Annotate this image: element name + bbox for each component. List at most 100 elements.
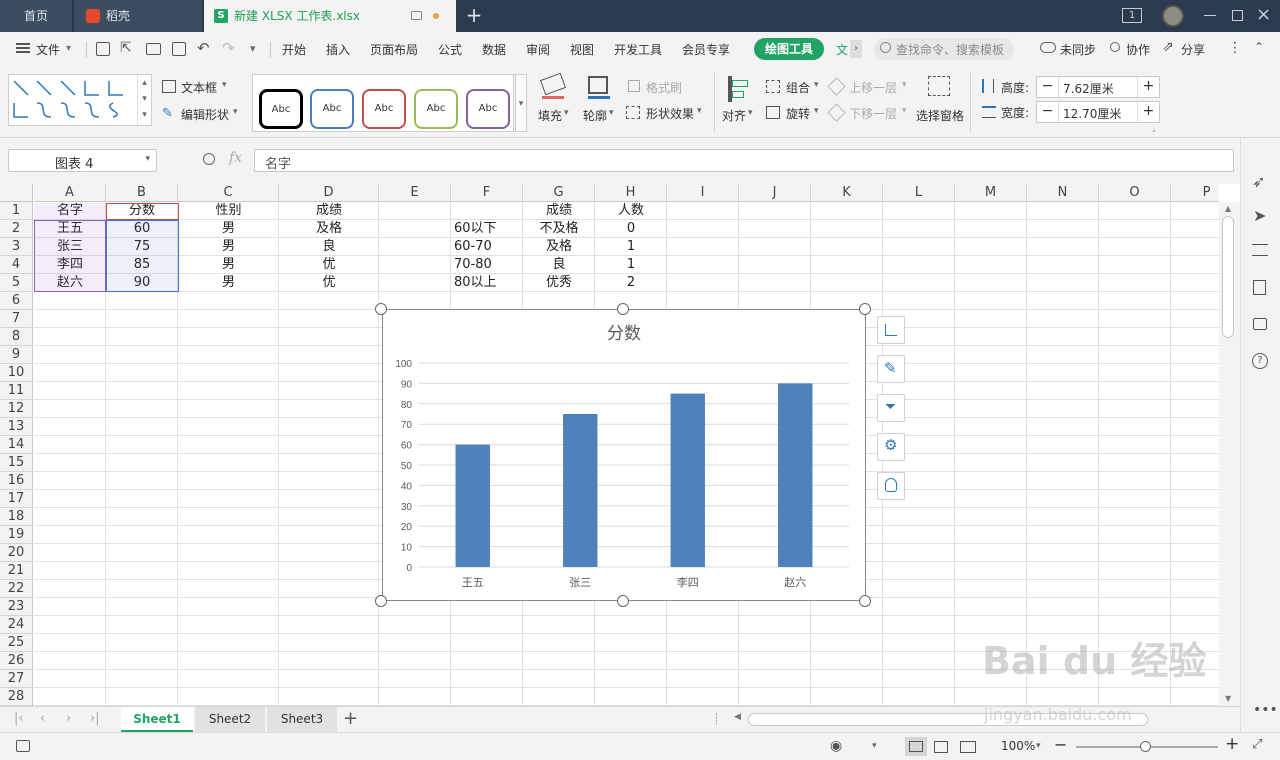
tab-daoke[interactable]: 稻壳 xyxy=(74,0,202,32)
sheet-tab-2[interactable]: Sheet2 xyxy=(195,707,265,732)
hamburger-icon[interactable] xyxy=(16,43,30,53)
chevron-down-icon[interactable]: ▾ xyxy=(697,106,702,116)
select-pointer-icon[interactable]: ➤ xyxy=(1253,206,1266,225)
shape-effect-button[interactable]: 形状效果 xyxy=(646,105,694,122)
menu-review[interactable]: 审阅 xyxy=(526,41,550,58)
chevron-down-icon[interactable]: ▾ xyxy=(872,741,877,751)
tab-home[interactable]: 首页 xyxy=(0,0,72,32)
resize-handle-b[interactable] xyxy=(617,595,629,607)
shape-style-blue[interactable]: Abc xyxy=(310,89,354,129)
cell-g4[interactable]: 良 xyxy=(523,256,595,274)
eye-protection-icon[interactable]: ◉ xyxy=(830,738,842,754)
shape-style-green[interactable]: Abc xyxy=(414,89,458,129)
close-icon[interactable]: × xyxy=(1256,4,1271,25)
cell-c5[interactable]: 男 xyxy=(178,274,279,292)
chevron-down-icon[interactable]: ▾ xyxy=(222,80,227,90)
window-count-icon[interactable]: 1 xyxy=(1122,8,1142,23)
chevron-down-icon[interactable]: ▾ xyxy=(814,106,819,116)
chevron-down-icon[interactable]: ▾ xyxy=(145,154,150,164)
search-input[interactable]: 查找命令、搜索模板 xyxy=(874,38,1014,60)
width-value[interactable]: 12.70厘米 xyxy=(1063,105,1121,122)
menu-data[interactable]: 数据 xyxy=(482,41,506,58)
tab-splitter[interactable] xyxy=(716,713,718,725)
chart-filter-button[interactable]: ⏷ xyxy=(877,394,905,422)
resize-handle-tr[interactable] xyxy=(859,303,871,315)
selection-pane-button[interactable]: 选择窗格 xyxy=(916,107,964,124)
prev-sheet-icon[interactable]: ‹ xyxy=(40,711,45,726)
chevron-down-icon[interactable]: ▾ xyxy=(66,43,71,54)
minimize-icon[interactable] xyxy=(1204,15,1216,16)
cell-c4[interactable]: 男 xyxy=(178,256,279,274)
archive-icon[interactable] xyxy=(1253,318,1267,330)
chevron-down-icon[interactable]: ▾ xyxy=(609,108,614,118)
fill-button[interactable]: 填充 xyxy=(538,107,562,124)
resize-handle-tl[interactable] xyxy=(375,303,387,315)
macro-record-icon[interactable] xyxy=(16,740,30,752)
chevron-down-icon[interactable]: ▾ xyxy=(902,106,907,116)
more-vertical-icon[interactable]: ⋮ xyxy=(1228,40,1242,56)
add-sheet-icon[interactable]: + xyxy=(343,708,358,729)
chevron-down-icon[interactable]: ▾ xyxy=(233,107,238,117)
cell-f3[interactable]: 60-70 xyxy=(451,238,523,256)
cell-h4[interactable]: 1 xyxy=(595,256,667,274)
edit-shape-button[interactable]: 编辑形状 xyxy=(181,106,229,123)
width-decrease-button[interactable]: − xyxy=(1037,102,1059,122)
cell-f5[interactable]: 80以上 xyxy=(451,274,523,292)
redo-icon[interactable]: ↷ xyxy=(222,39,235,57)
cell-d2[interactable]: 及格 xyxy=(279,220,379,238)
new-tab-plus-icon[interactable]: + xyxy=(464,5,484,26)
document-icon[interactable] xyxy=(1253,280,1266,295)
cell-h5[interactable]: 2 xyxy=(595,274,667,292)
menu-home[interactable]: 开始 xyxy=(282,41,306,58)
resize-handle-bl[interactable] xyxy=(375,595,387,607)
vertical-scroll-thumb[interactable] xyxy=(1222,216,1234,338)
height-decrease-button[interactable]: − xyxy=(1037,77,1059,97)
cell-c1[interactable]: 性别 xyxy=(178,202,279,220)
resize-handle-t[interactable] xyxy=(617,303,629,315)
screen-icon[interactable] xyxy=(411,11,422,20)
fullscreen-icon[interactable]: ⤢ xyxy=(1252,737,1262,752)
cell-c3[interactable]: 男 xyxy=(178,238,279,256)
rocket-icon[interactable]: ➶ xyxy=(1252,172,1265,191)
last-sheet-icon[interactable]: ›| xyxy=(90,711,100,726)
send-backward-button[interactable]: 下移一层 xyxy=(849,105,897,122)
cell-h1[interactable]: 人数 xyxy=(595,202,667,220)
width-increase-button[interactable]: + xyxy=(1137,102,1159,122)
sheet-tab-1[interactable]: Sheet1 xyxy=(121,707,193,732)
normal-view-button[interactable] xyxy=(905,737,927,756)
avatar[interactable] xyxy=(1162,5,1184,27)
properties-icon[interactable] xyxy=(1252,244,1268,256)
help-icon[interactable]: ? xyxy=(1252,353,1268,369)
zoom-level[interactable]: 100% xyxy=(1001,739,1035,753)
resize-handle-br[interactable] xyxy=(859,595,871,607)
chevron-down-icon[interactable]: ▾ xyxy=(748,108,753,118)
quick-access-more-icon[interactable]: ▾ xyxy=(250,42,256,55)
sheet-tab-3[interactable]: Sheet3 xyxy=(267,707,337,732)
cell-c2[interactable]: 男 xyxy=(178,220,279,238)
print-preview-icon[interactable] xyxy=(172,42,186,56)
menu-formula[interactable]: 公式 xyxy=(438,41,462,58)
chevron-down-icon[interactable]: ▾ xyxy=(1036,741,1041,751)
format-painter-button[interactable]: 格式刷 xyxy=(646,79,682,96)
chevron-down-icon[interactable]: ▾ xyxy=(564,108,569,118)
menu-page-layout[interactable]: 页面布局 xyxy=(370,41,418,58)
chart-suggest-button[interactable] xyxy=(877,472,905,500)
group-button[interactable]: 组合 xyxy=(786,79,810,96)
zoom-formula-icon[interactable] xyxy=(203,153,215,165)
cell-g5[interactable]: 优秀 xyxy=(523,274,595,292)
cell-f2[interactable]: 60以下 xyxy=(451,220,523,238)
cell-d5[interactable]: 优 xyxy=(279,274,379,292)
zoom-in-button[interactable]: + xyxy=(1225,734,1239,754)
scroll-up-icon[interactable]: ▲ xyxy=(1225,204,1231,213)
menu-view[interactable]: 视图 xyxy=(570,41,594,58)
chevron-down-icon[interactable]: ▾ xyxy=(902,80,907,90)
cell-g1[interactable]: 成绩 xyxy=(523,202,595,220)
restore-icon[interactable] xyxy=(1232,10,1243,21)
vertical-scrollbar[interactable]: ▲ ▼ xyxy=(1219,202,1240,706)
outline-button[interactable]: 轮廓 xyxy=(583,107,607,124)
collab-button[interactable]: 协作 xyxy=(1126,41,1150,58)
dialog-launcher-icon[interactable]: ⌟ xyxy=(1152,124,1156,133)
menu-file[interactable]: 文件 xyxy=(36,41,60,58)
tab-drawing-tools[interactable]: 绘图工具 xyxy=(754,38,824,60)
bring-forward-button[interactable]: 上移一层 xyxy=(849,79,897,96)
